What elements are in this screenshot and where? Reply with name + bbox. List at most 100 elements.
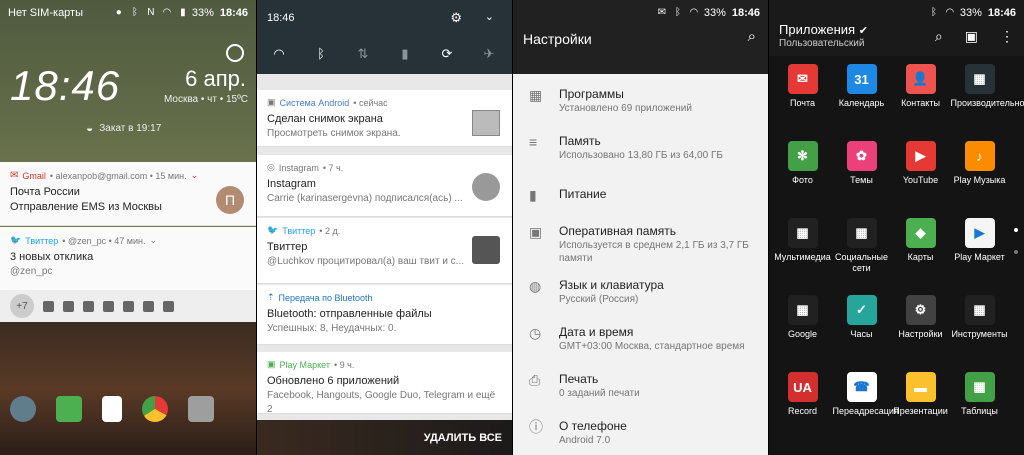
notification-instagram[interactable]: ◎ Instagram • 7 ч. Instagram Carrie (karin… xyxy=(257,155,512,217)
settings-item-subtitle: Используется в среднем 2,1 ГБ из 3,7 ГБ … xyxy=(559,240,749,264)
twitter-icon: 🐦 xyxy=(267,225,279,235)
settings-item-subtitle: Использовано 13,80 ГБ из 64,00 ГБ xyxy=(559,150,723,161)
printer-icon: ⎙ xyxy=(529,372,541,388)
app-icon: ▶ xyxy=(905,141,936,171)
notification-title: Обновлено 6 приложений xyxy=(267,375,400,387)
notification-app: Передача по Bluetooth xyxy=(278,292,373,303)
app-20[interactable]: ▦ Таблицы xyxy=(950,372,1009,439)
page-dot[interactable] xyxy=(1014,228,1018,232)
chevron-down-icon[interactable]: ⌄ xyxy=(149,235,157,246)
nfc-icon: N xyxy=(147,7,155,18)
more-vert-icon[interactable]: ⋮ xyxy=(1000,28,1014,45)
more-notifications[interactable]: +7 xyxy=(0,290,256,322)
avatar xyxy=(472,173,500,201)
app-18[interactable]: ☎ Переадресация xyxy=(832,372,899,439)
wifi-icon: ◠ xyxy=(689,7,699,18)
app-5[interactable]: ✻ Фото xyxy=(773,141,832,208)
twitter-title: 3 новых отклика xyxy=(10,251,94,263)
clock-icon: ◷ xyxy=(529,325,542,341)
store-icon[interactable]: ▣ xyxy=(965,28,978,45)
battery-icon: ▮ xyxy=(529,187,537,203)
avatar xyxy=(472,236,500,264)
gmail-notification[interactable]: ✉ Gmail • alexanpob@gmail.com • 15 мин. … xyxy=(0,162,256,226)
app-4[interactable]: ▦ Производительность xyxy=(950,64,1024,131)
twitter-notification[interactable]: 🐦 Твиттер • @zen_pc • 47 мин. ⌄ 3 новых … xyxy=(0,227,256,290)
app-9[interactable]: ▦ Мультимедиа xyxy=(773,218,832,285)
app-2[interactable]: 31 Календарь xyxy=(832,64,891,131)
battery-icon: ▮ xyxy=(180,7,186,18)
gmail-meta: • alexanpob@gmail.com • 15 мин. xyxy=(49,170,187,181)
app-label: Play Музыка xyxy=(953,175,1006,185)
app-label: Карты xyxy=(907,252,934,262)
app-icon: ▬ xyxy=(905,372,936,402)
camera-icon[interactable] xyxy=(188,396,214,422)
app-15[interactable]: ⚙ Настройки xyxy=(891,295,950,362)
gear-icon[interactable]: ⚙ xyxy=(450,10,462,26)
chrome-icon[interactable] xyxy=(142,396,168,422)
messages-icon[interactable] xyxy=(56,396,82,422)
app-11[interactable]: ◆ Карты xyxy=(891,218,950,285)
phone-icon[interactable] xyxy=(10,396,36,422)
settings-item-datetime[interactable]: ◷ Дата и время GMT+03:00 Москва, стандартн… xyxy=(513,324,768,353)
wifi-icon: ◠ xyxy=(945,7,955,18)
app-14[interactable]: ✓ Часы xyxy=(832,295,891,362)
wifi-tile-icon[interactable]: ◠ xyxy=(269,46,289,62)
notification-play-market[interactable]: ▣ Play Маркет • 9 ч. Обновлено 6 приложени… xyxy=(257,352,512,415)
app-icon: ▶ xyxy=(964,218,995,248)
apps-icon: ▦ xyxy=(529,87,543,103)
notification-shade: 18:46 ⚙ ⌄ ◠ ᛒ ⇅ ▮ ⟳ ✈ ▣ Система Android • … xyxy=(257,0,512,455)
settings-item-title: Язык и клавиатура xyxy=(559,278,664,292)
data-tile-icon[interactable]: ⇅ xyxy=(353,46,373,62)
chevron-down-icon[interactable]: ⌄ xyxy=(191,170,199,181)
chevron-down-icon[interactable]: ⌄ xyxy=(485,10,494,23)
app-icon: ▦ xyxy=(787,218,818,248)
notification-text: Facebook, Hangouts, Google Duo, Telegram… xyxy=(267,390,496,415)
search-icon[interactable]: ⌕ xyxy=(748,28,756,45)
twitter-small-icon xyxy=(123,300,134,312)
clear-all-button[interactable]: УДАЛИТЬ ВСЕ xyxy=(257,420,512,455)
settings-item-about[interactable]: ⓘ О телефоне Android 7.0 xyxy=(513,418,768,447)
notification-title: Твиттер xyxy=(267,241,308,253)
app-label: Презентации xyxy=(893,406,948,416)
notification-screenshot[interactable]: ▣ Система Android • сейчас Сделан снимок э… xyxy=(257,90,512,147)
app-16[interactable]: ▦ Инструменты xyxy=(950,295,1009,362)
app-13[interactable]: ▦ Google xyxy=(773,295,832,362)
settings-item-apps[interactable]: ▦ Программы Установлено 69 приложений xyxy=(513,86,768,115)
twitter-meta: • @zen_pc • 47 мин. xyxy=(62,235,146,246)
settings-item-subtitle: Русский (Россия) xyxy=(559,294,639,305)
bluetooth-tile-icon[interactable]: ᛒ xyxy=(311,46,331,62)
sunset-info: ◒ Закат в 19:17 xyxy=(86,121,161,135)
app-icon: ◆ xyxy=(905,218,936,248)
app-label: Контакты xyxy=(901,98,940,108)
app-6[interactable]: ✿ Темы xyxy=(832,141,891,208)
notification-twitter[interactable]: 🐦 Твиттер • 2 д. Твиттер @Luchkov процитир… xyxy=(257,218,512,284)
settings-item-storage[interactable]: ≡ Память Использовано 13,80 ГБ из 64,00 ГБ xyxy=(513,133,768,162)
app-label: Record xyxy=(787,406,817,416)
battery-tile-icon[interactable]: ▮ xyxy=(395,46,415,62)
app-icon: ✻ xyxy=(787,141,818,171)
notification-bluetooth[interactable]: ⇡ Передача по Bluetooth Bluetooth: отправ… xyxy=(257,285,512,345)
page-dot[interactable] xyxy=(1014,250,1018,254)
settings-item-print[interactable]: ⎙ Печать 0 заданий печати xyxy=(513,371,768,400)
check-circle-icon: ✔ xyxy=(858,25,868,37)
lock-icon[interactable] xyxy=(102,396,122,422)
rotate-tile-icon[interactable]: ⟳ xyxy=(437,46,457,62)
drawer-title[interactable]: Приложения ✔ xyxy=(779,22,868,37)
app-12[interactable]: ▶ Play Маркет xyxy=(950,218,1009,285)
app-10[interactable]: ▦ Социальные сети xyxy=(832,218,891,285)
gmail-app-name: Gmail xyxy=(22,170,46,181)
settings-item-language[interactable]: ◍ Язык и клавиатура Русский (Россия) xyxy=(513,277,768,306)
app-label: Социальные сети xyxy=(834,252,889,273)
app-17[interactable]: UA Record xyxy=(773,372,832,439)
app-7[interactable]: ▶ YouTube xyxy=(891,141,950,208)
app-3[interactable]: 👤 Контакты xyxy=(891,64,950,131)
app-label: Google xyxy=(787,329,818,339)
app-1[interactable]: ✉ Почта xyxy=(773,64,832,131)
sun-icon xyxy=(226,44,244,62)
app-8[interactable]: ♪ Play Музыка xyxy=(950,141,1009,208)
settings-item-memory[interactable]: ▣ Оперативная память Используется в средне… xyxy=(513,223,768,265)
settings-item-power[interactable]: ▮ Питание xyxy=(513,186,768,204)
search-icon[interactable]: ⌕ xyxy=(935,28,943,45)
airplane-tile-icon[interactable]: ✈ xyxy=(479,46,499,62)
app-19[interactable]: ▬ Презентации xyxy=(891,372,950,439)
